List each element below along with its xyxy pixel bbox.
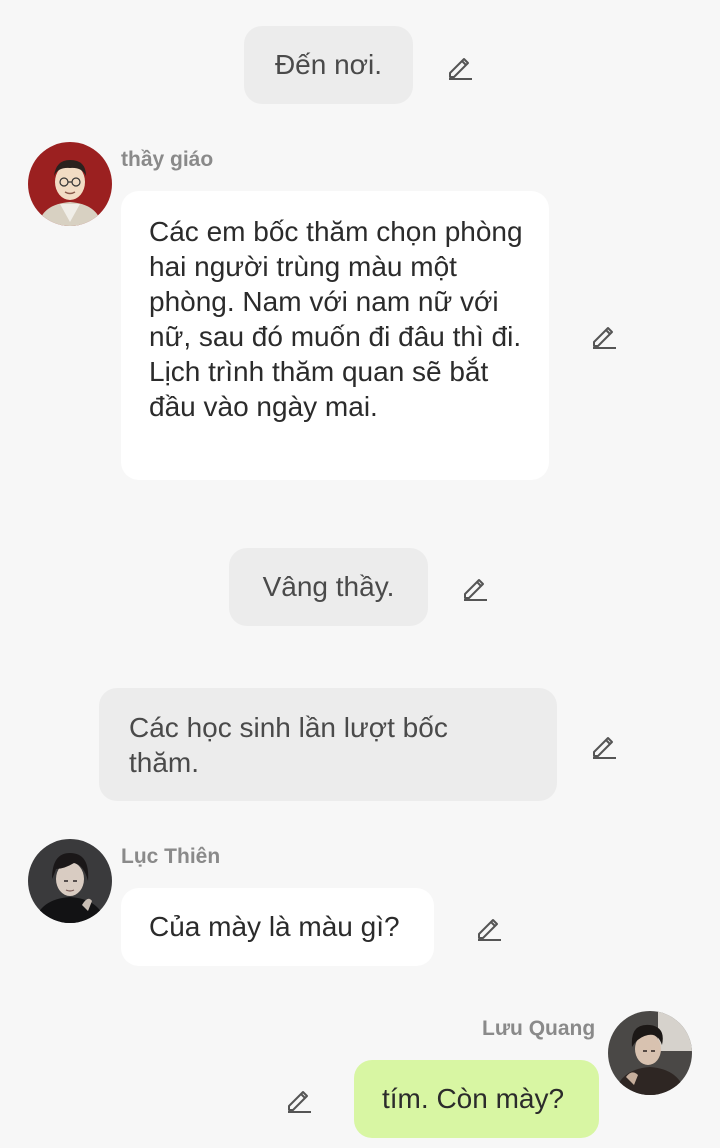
chat-thread: Đến nơi. thầy giáo Các em bốc thăm chọn … [0,0,720,1148]
message-text: Đến nơi. [274,49,383,80]
message-text: tím. Còn mày? [382,1083,565,1114]
pencil-edit-icon[interactable] [589,730,619,760]
message-text: Của mày là màu gì? [149,911,400,942]
teacher-avatar[interactable] [28,142,112,226]
luc-thien-avatar[interactable] [28,839,112,923]
sender-name: Lưu Quang [482,1017,596,1040]
pencil-edit-icon[interactable] [589,320,619,350]
message-bubble[interactable]: Của mày là màu gì? [121,888,434,966]
narration-bubble[interactable]: Vâng thầy. [229,548,428,626]
message-bubble[interactable]: Các em bốc thăm chọn phòng hai người trù… [121,191,549,480]
narration-bubble[interactable]: Các học sinh lần lượt bốc thăm. [99,688,557,801]
message-text: Các học sinh lần lượt bốc thăm. [129,712,448,778]
pencil-edit-icon[interactable] [284,1084,314,1114]
narration-bubble[interactable]: Đến nơi. [244,26,413,104]
sender-name: thầy giáo [121,148,214,171]
message-text: Vâng thầy. [262,571,395,602]
sender-name: Lục Thiên [121,845,221,868]
luu-quang-avatar[interactable] [608,1011,692,1095]
pencil-edit-icon[interactable] [460,572,490,602]
message-bubble[interactable]: tím. Còn mày? [354,1060,599,1138]
pencil-edit-icon[interactable] [445,51,475,81]
pencil-edit-icon[interactable] [474,912,504,942]
message-text: Các em bốc thăm chọn phòng hai người trù… [149,216,523,422]
